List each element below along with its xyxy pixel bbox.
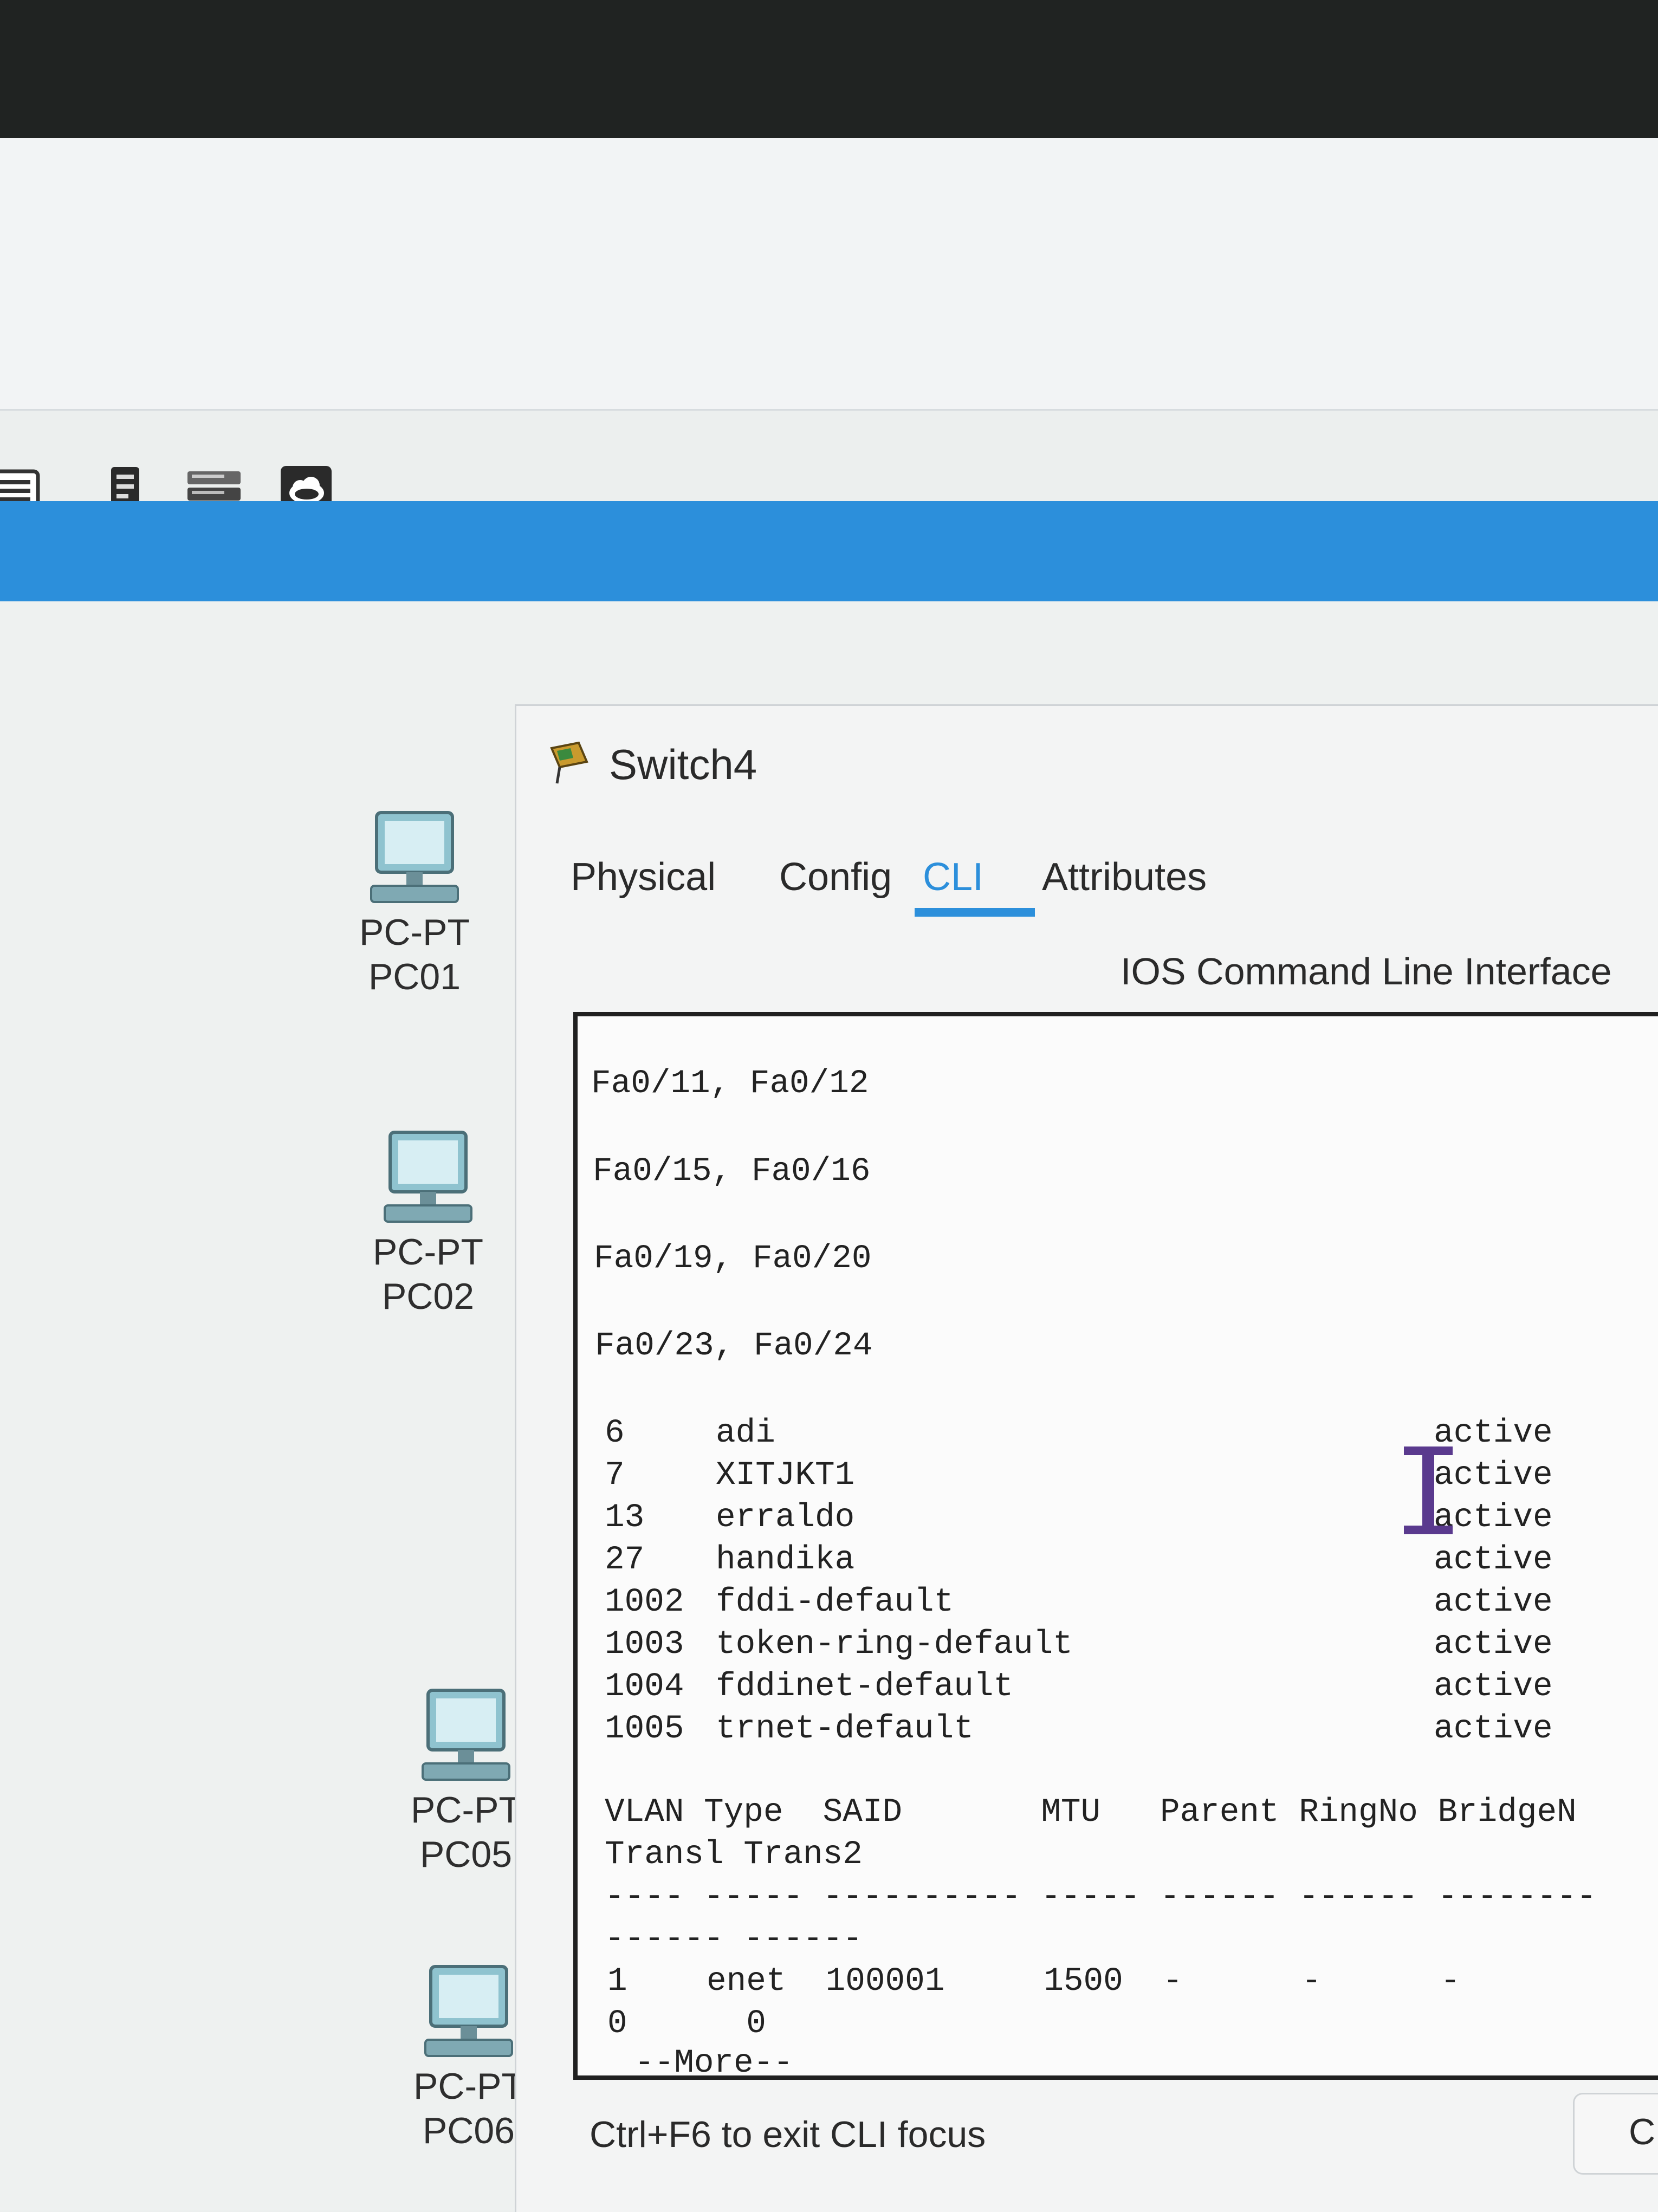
console-line: Transl Trans2 [605,1836,863,1873]
console-line: ---- ----- ---------- ----- ------ -----… [605,1878,1597,1916]
vlan-status: active [1434,1710,1553,1748]
cli-focus-hint: Ctrl+F6 to exit CLI focus [590,2114,986,2155]
device-type: PC-PT [411,1789,521,1831]
pc-icon [424,1965,513,2057]
copy-button-label: C [1629,2111,1656,2152]
vlan-name: trnet-default [716,1710,974,1748]
vlan-name: adi [716,1415,775,1452]
vlan-id: 6 [605,1415,625,1452]
window-title-text: Switch4 [609,740,757,788]
vlan-name: XITJKT1 [716,1457,855,1494]
vlan-name: handika [716,1541,855,1579]
device-pc05[interactable]: PC-PT PC05 [401,1679,531,1877]
vlan-status: active [1434,1626,1553,1663]
text-cursor-icon [1404,1446,1453,1534]
vlan-name: fddinet-default [716,1668,1014,1705]
console-line: Fa0/11, Fa0/12 [591,1065,869,1102]
vlan-status: active [1434,1668,1553,1705]
tab-physical[interactable]: Physical [571,855,716,899]
device-name: PC01 [368,956,461,997]
screen-bezel [0,0,1658,138]
pc-icon [422,1689,510,1781]
pc-icon [384,1131,472,1223]
vlan-name: token-ring-default [716,1626,1073,1663]
device-name: PC06 [422,2110,515,2151]
more-prompt: --More-- [634,2045,793,2080]
tab-config[interactable]: Config [779,855,892,899]
window-title: Switch4 [541,732,757,797]
device-pc01[interactable]: PC-PT PC01 [349,802,480,999]
vlan-name: erraldo [716,1499,855,1536]
pc-icon [370,811,459,903]
switch-icon [550,741,588,784]
device-type: PC-PT [413,2066,524,2107]
device-type: PC-PT [373,1231,483,1273]
toolbar [0,138,1658,516]
console-line: Fa0/19, Fa0/20 [594,1240,872,1277]
vlan-id: 13 [605,1499,645,1536]
vlan-status: active [1434,1584,1553,1621]
switch-config-window: Switch4 Physical Config CLI Attributes I… [515,704,1658,2212]
device-type: PC-PT [359,912,470,953]
active-tab-indicator [915,908,1035,917]
console-line: ------ ------ [605,1921,863,1958]
cli-header: IOS Command Line Interface [1121,950,1612,993]
vlan-id: 1003 [605,1626,684,1663]
console-line: VLAN Type SAID MTU Parent RingNo BridgeN [605,1794,1577,1831]
vlan-name: fddi-default [716,1584,954,1621]
console-line: Fa0/15, Fa0/16 [593,1153,871,1190]
tab-cli[interactable]: CLI [923,855,983,899]
device-name: PC02 [381,1276,475,1317]
title-bar [0,501,1658,601]
vlan-status: active [1434,1541,1553,1579]
vlan-id: 1005 [605,1710,684,1748]
console-line: Fa0/23, Fa0/24 [595,1327,873,1365]
copy-button[interactable]: C [1573,2093,1658,2175]
console-line: 1 enet 100001 1500 - - - [607,1963,1461,2000]
device-pc06[interactable]: PC-PT PC06 [404,1956,534,2153]
device-pc02[interactable]: PC-PT PC02 [363,1121,493,1319]
tab-attributes[interactable]: Attributes [1042,855,1207,899]
cli-console[interactable]: Fa0/11, Fa0/12 Fa0/15, Fa0/16 Fa0/19, Fa… [573,1012,1658,2080]
vlan-id: 1004 [605,1668,684,1705]
vlan-id: 7 [605,1457,625,1494]
device-name: PC05 [419,1834,513,1875]
vlan-id: 27 [605,1541,645,1579]
console-line: 0 0 [607,2005,766,2042]
vlan-id: 1002 [605,1584,684,1621]
